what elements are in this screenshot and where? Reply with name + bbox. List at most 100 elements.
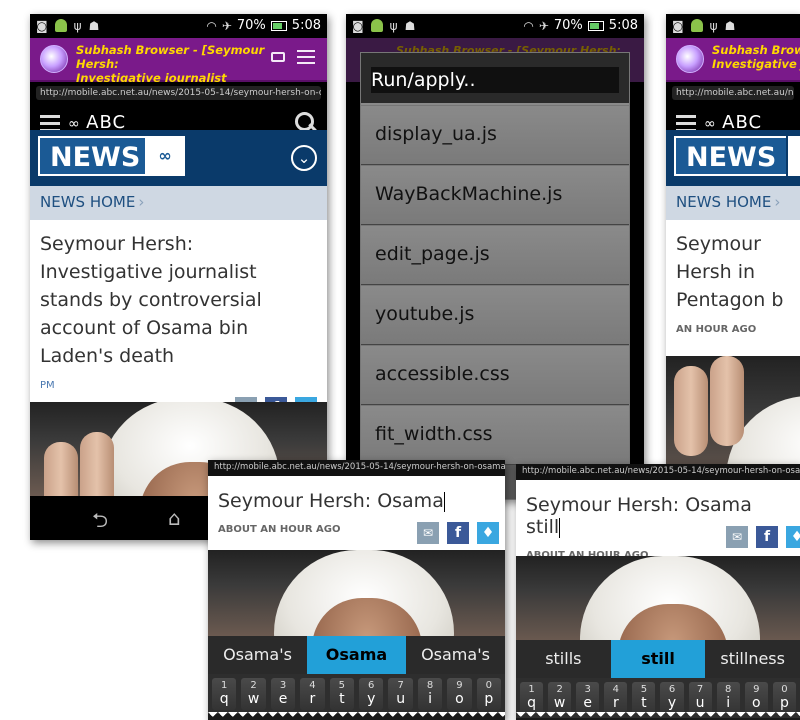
mail-icon[interactable]: ✉: [726, 526, 748, 548]
dialog-item-wayback[interactable]: WayBackMachine.js: [361, 165, 629, 225]
key[interactable]: 0p: [772, 682, 796, 714]
article-program: PM: [40, 380, 55, 391]
key[interactable]: 4r: [604, 682, 628, 714]
text-cursor: [559, 517, 561, 538]
abc-mark-icon: ∞: [145, 136, 185, 176]
key[interactable]: 2w: [241, 678, 266, 710]
browser-title-bar: Subhash Browser - [Seymour Hersh: Invest…: [666, 38, 800, 82]
chevron-right-icon: ›: [774, 193, 781, 211]
battery-percent: 70%: [553, 18, 583, 33]
camera-icon: ◙: [36, 19, 48, 33]
android-debug-icon: ☗: [404, 19, 416, 33]
clock: 5:08: [291, 18, 321, 33]
browser-title: Subhash Browser - [Seymour Hersh: Invest…: [712, 43, 800, 71]
mail-icon[interactable]: ✉: [417, 522, 439, 544]
tabs-icon[interactable]: [271, 52, 285, 62]
suggestion-3[interactable]: Osama's: [406, 636, 505, 674]
home-icon[interactable]: ⌂: [168, 506, 181, 530]
key[interactable]: 5t: [632, 682, 656, 714]
suggestion-3[interactable]: stillness: [705, 640, 800, 678]
article-time-ago: AN HOUR AGO: [676, 324, 757, 335]
usb-icon: ψ: [73, 19, 82, 33]
status-bar: ◙ ψ ☗ ◠ ✈ 70% 5:08: [30, 14, 327, 38]
browser-title-bar: Subhash Browser - [Seymour Hersh: Invest…: [30, 38, 327, 99]
android-debug-icon: ☗: [724, 19, 736, 33]
key[interactable]: 9o: [744, 682, 768, 714]
key[interactable]: 3e: [270, 678, 296, 710]
battery-percent: 70%: [236, 18, 266, 33]
editable-headline[interactable]: Seymour Hersh: Osama still ABOUT AN HOUR…: [516, 480, 800, 561]
android-icon: [370, 19, 383, 32]
suggestion-bar: stills still stillness: [516, 640, 800, 678]
editable-headline[interactable]: Seymour Hersh: Osama ABOUT AN HOUR AGO ✉…: [208, 476, 505, 550]
key[interactable]: 1q: [212, 678, 237, 710]
keyboard-row: 1q 2w 3e 4r 5t 6y 7u 8i 9o 0p: [208, 674, 505, 714]
suggestion-2[interactable]: still: [610, 640, 706, 678]
facebook-icon[interactable]: f: [756, 526, 778, 548]
battery-icon: [587, 20, 604, 31]
camera-icon: ◙: [352, 19, 364, 33]
abc-mark-icon: ∞: [788, 136, 800, 176]
breadcrumb[interactable]: NEWS HOME ›: [30, 186, 327, 220]
suggestion-bar: Osama's Osama Osama's: [208, 636, 505, 674]
url-bar[interactable]: http://mobile.abc.net.au/news/2015-05-14…: [30, 82, 327, 104]
dialog-item-edit-page[interactable]: edit_page.js: [361, 225, 629, 285]
suggestion-1[interactable]: stills: [516, 640, 611, 678]
twitter-icon[interactable]: ♦: [786, 526, 800, 548]
menu-icon[interactable]: [297, 50, 315, 68]
article-photo: [516, 556, 800, 642]
news-banner: NEWS ∞ ⌄: [30, 130, 327, 186]
facebook-icon[interactable]: f: [447, 522, 469, 544]
key[interactable]: 0p: [476, 678, 502, 710]
article-headline: Seymour Hersh in Pentagon b: [676, 233, 784, 311]
phone-screen-edit-2: http://mobile.abc.net.au/news/2015-05-14…: [516, 464, 800, 720]
news-logo[interactable]: NEWS: [38, 136, 151, 176]
article-photo: [208, 550, 505, 636]
phone-screen-article-2: ◙ ψ ☗ Subhash Browser - [Seymour Hersh: …: [666, 14, 800, 494]
chevron-down-icon[interactable]: ⌄: [291, 145, 317, 171]
browser-globe-icon[interactable]: [40, 45, 68, 73]
twitter-icon[interactable]: ♦: [477, 522, 499, 544]
key[interactable]: 6y: [359, 678, 384, 710]
airplane-icon: ✈: [221, 18, 232, 33]
key[interactable]: 6y: [660, 682, 684, 714]
url-bar[interactable]: http://mobile.abc.net.au/news/2015-05-14…: [666, 82, 800, 104]
url-bar[interactable]: http://mobile.abc.net.au/news/2015-05-14…: [208, 460, 505, 476]
wifi-icon: ◠: [206, 18, 217, 33]
key[interactable]: 5t: [329, 678, 355, 710]
text-cursor: [443, 491, 445, 512]
news-banner: NEWS ∞: [666, 130, 800, 186]
key[interactable]: 7u: [688, 682, 712, 714]
key[interactable]: 3e: [576, 682, 600, 714]
browser-globe-icon[interactable]: [676, 45, 704, 73]
key[interactable]: 7u: [388, 678, 413, 710]
dialog-item-display-ua[interactable]: display_ua.js: [361, 105, 629, 165]
suggestion-2[interactable]: Osama: [307, 636, 406, 674]
status-bar: ◙ ψ ☗: [666, 14, 800, 38]
back-icon[interactable]: ⮌: [92, 506, 108, 540]
dialog-item-fit-width[interactable]: fit_width.css: [361, 405, 629, 465]
android-icon: [54, 19, 67, 32]
clock: 5:08: [608, 18, 638, 33]
article-header: Seymour Hersh in Pentagon b AN HOUR AGO: [666, 220, 800, 356]
android-debug-icon: ☗: [88, 19, 100, 33]
key[interactable]: 4r: [300, 678, 325, 710]
dialog-item-youtube[interactable]: youtube.js: [361, 285, 629, 345]
dialog-title: Run/apply..: [361, 53, 629, 105]
camera-icon: ◙: [672, 19, 684, 33]
chevron-right-icon: ›: [138, 193, 145, 211]
wifi-icon: ◠: [523, 18, 534, 33]
key[interactable]: 8i: [417, 678, 443, 710]
suggestion-1[interactable]: Osama's: [208, 636, 307, 674]
key[interactable]: 1q: [520, 682, 544, 714]
key[interactable]: 2w: [548, 682, 572, 714]
dialog-item-accessible[interactable]: accessible.css: [361, 345, 629, 405]
key[interactable]: 9o: [447, 678, 472, 710]
key[interactable]: 8i: [716, 682, 740, 714]
airplane-icon: ✈: [538, 18, 549, 33]
news-logo[interactable]: NEWS: [674, 136, 787, 176]
breadcrumb[interactable]: NEWS HOME ›: [666, 186, 800, 220]
phone-screen-run-dialog: ◙ ψ ☗ ◠ ✈ 70% 5:08 Subhash Browser - [Se…: [346, 14, 644, 500]
android-icon: [690, 19, 703, 32]
url-bar[interactable]: http://mobile.abc.net.au/news/2015-05-14…: [516, 464, 800, 480]
